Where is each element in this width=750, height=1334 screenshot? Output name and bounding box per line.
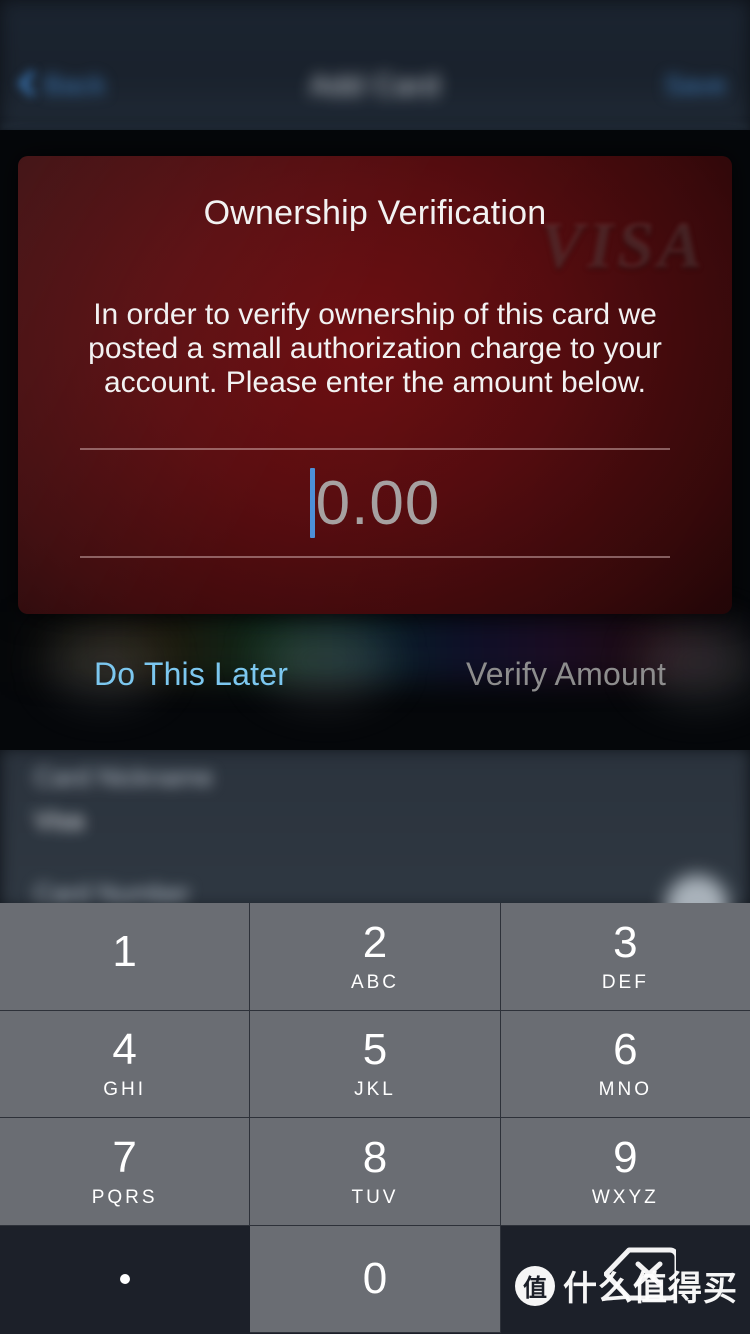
navigation-bar xyxy=(0,0,750,130)
key-3[interactable]: 3 DEF xyxy=(500,903,750,1011)
phone-screen: Back Add Card Save Card Nickname Visa Ca… xyxy=(0,0,750,1334)
key-digit: 9 xyxy=(613,1132,638,1182)
key-5[interactable]: 5 JKL xyxy=(250,1010,501,1118)
card-nickname-value[interactable]: Visa xyxy=(34,805,84,836)
verify-amount-button[interactable]: Verify Amount xyxy=(466,656,666,693)
key-letters: PQRS xyxy=(91,1186,158,1208)
key-digit: 3 xyxy=(613,917,638,967)
page-title: Add Card xyxy=(309,70,441,102)
key-8[interactable]: 8 TUV xyxy=(250,1118,501,1226)
key-1[interactable]: 1 xyxy=(0,903,251,1011)
modal-body-text: In order to verify ownership of this car… xyxy=(88,298,662,400)
amount-placeholder: 0.00 xyxy=(315,468,441,538)
modal-title: Ownership Verification xyxy=(203,194,547,232)
key-0[interactable]: 0 xyxy=(250,1225,501,1333)
key-letters: DEF xyxy=(601,971,649,993)
key-7[interactable]: 7 PQRS xyxy=(0,1118,251,1226)
keypad-row: 1 2 ABC 3 DEF xyxy=(0,903,750,1011)
key-letters: MNO xyxy=(598,1079,652,1101)
key-letters: GHI xyxy=(103,1079,147,1101)
ownership-verification-card: VISA Ownership Verification In order to … xyxy=(18,156,732,614)
card-nickname-label: Card Nickname xyxy=(34,762,214,792)
key-digit: 0 xyxy=(362,1253,388,1303)
key-digit: 8 xyxy=(362,1132,388,1182)
key-letters: TUV xyxy=(351,1186,399,1208)
save-button[interactable]: Save xyxy=(664,70,726,101)
key-6[interactable]: 6 MNO xyxy=(500,1010,750,1118)
key-2[interactable]: 2 ABC xyxy=(250,903,501,1011)
keypad-row: 4 GHI 5 JKL 6 MNO xyxy=(0,1010,750,1118)
amount-input-field[interactable]: 0.00 xyxy=(80,448,670,558)
key-digit: 6 xyxy=(613,1025,638,1075)
do-this-later-button[interactable]: Do This Later xyxy=(94,656,288,693)
watermark-badge: 值 xyxy=(515,1265,555,1306)
watermark-text: 什么值得买 xyxy=(563,1269,738,1309)
key-digit: 4 xyxy=(112,1025,137,1075)
keypad-row: 7 PQRS 8 TUV 9 WXYZ xyxy=(0,1118,750,1226)
site-watermark: 值 什么值得买 xyxy=(515,1261,738,1310)
key-letters: ABC xyxy=(350,971,400,993)
decimal-dot-icon xyxy=(119,1273,130,1284)
key-letters: WXYZ xyxy=(591,1186,659,1208)
text-caret xyxy=(309,468,315,538)
key-digit: 7 xyxy=(112,1132,137,1182)
key-digit: 2 xyxy=(362,917,388,967)
key-decimal-point[interactable] xyxy=(0,1225,251,1333)
key-4[interactable]: 4 GHI xyxy=(0,1010,251,1118)
key-letters: JKL xyxy=(354,1079,396,1101)
key-digit: 1 xyxy=(112,927,137,977)
modal-actions: Do This Later Verify Amount xyxy=(0,656,750,728)
navigation-bar-divider xyxy=(0,126,750,129)
key-9[interactable]: 9 WXYZ xyxy=(500,1118,750,1226)
key-digit: 5 xyxy=(362,1025,388,1075)
